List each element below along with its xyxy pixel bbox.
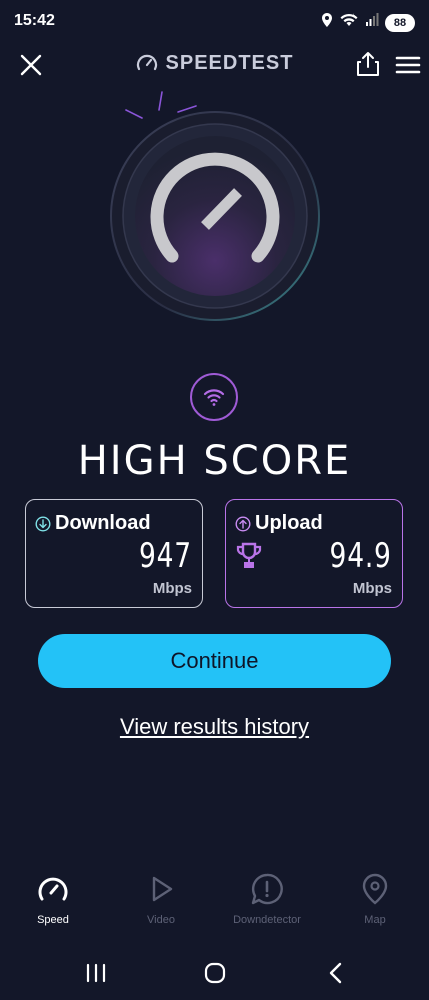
- tab-map[interactable]: Map: [330, 870, 420, 926]
- alert-icon: [222, 870, 312, 908]
- speedometer-icon: [8, 870, 98, 908]
- top-nav: SPEEDTEST: [0, 44, 429, 84]
- upload-value: 94.9: [329, 536, 392, 576]
- continue-button[interactable]: Continue: [38, 634, 391, 688]
- download-label: Download: [55, 512, 151, 534]
- download-value: 947: [139, 536, 192, 576]
- wifi-icon: [203, 389, 225, 406]
- connection-type-badge: [190, 373, 238, 421]
- share-button[interactable]: [354, 50, 382, 78]
- arrow-down-circle-icon: [35, 515, 51, 532]
- back-icon: [329, 962, 342, 984]
- speedtest-screen: 15:42 + 88 SPEEDTEST HIGH SCORE Download…: [0, 0, 429, 1000]
- status-icons: + 88: [321, 12, 415, 33]
- battery-icon: 88: [385, 13, 415, 32]
- recent-apps-button[interactable]: [78, 958, 114, 988]
- tab-speed-label: Speed: [37, 914, 69, 926]
- tab-speed[interactable]: Speed: [8, 870, 98, 926]
- svg-text:+: +: [352, 13, 355, 19]
- back-button[interactable]: [318, 958, 354, 988]
- recent-apps-icon: [86, 963, 106, 983]
- wifi-icon: +: [339, 12, 359, 33]
- upload-unit: Mbps: [352, 580, 392, 597]
- brand-name: SPEEDTEST: [165, 52, 294, 74]
- download-header: Download: [35, 512, 151, 535]
- location-icon: [321, 12, 333, 33]
- tab-video[interactable]: Video: [116, 870, 206, 926]
- result-headline: HIGH SCORE: [77, 438, 352, 484]
- system-navigation-bar: [0, 950, 429, 1000]
- bottom-tab-bar: Speed Video Downdetector Map: [0, 870, 429, 940]
- tab-downdetector-label: Downdetector: [233, 914, 301, 926]
- upload-card: Upload 94.9 Mbps: [225, 499, 403, 608]
- speed-gauge: [104, 88, 326, 328]
- upload-header: Upload: [235, 512, 323, 535]
- signal-icon: [365, 13, 379, 32]
- download-card: Download 947 Mbps: [25, 499, 203, 608]
- tab-map-label: Map: [364, 914, 386, 926]
- arrow-up-circle-icon: [235, 515, 251, 532]
- download-unit: Mbps: [152, 580, 192, 597]
- tab-video-label: Video: [147, 914, 175, 926]
- status-time: 15:42: [14, 12, 55, 29]
- home-icon: [204, 962, 226, 984]
- menu-button[interactable]: [395, 52, 421, 78]
- view-results-history-link[interactable]: View results history: [0, 714, 429, 740]
- share-icon: [357, 52, 379, 76]
- trophy-icon: [236, 542, 262, 575]
- play-icon: [116, 870, 206, 908]
- tab-downdetector[interactable]: Downdetector: [222, 870, 312, 926]
- map-pin-icon: [330, 870, 420, 908]
- status-bar: 15:42 + 88: [0, 0, 429, 44]
- upload-label: Upload: [255, 512, 323, 534]
- home-button[interactable]: [197, 958, 233, 988]
- menu-icon: [395, 56, 421, 74]
- speedtest-logo-icon: [136, 54, 157, 70]
